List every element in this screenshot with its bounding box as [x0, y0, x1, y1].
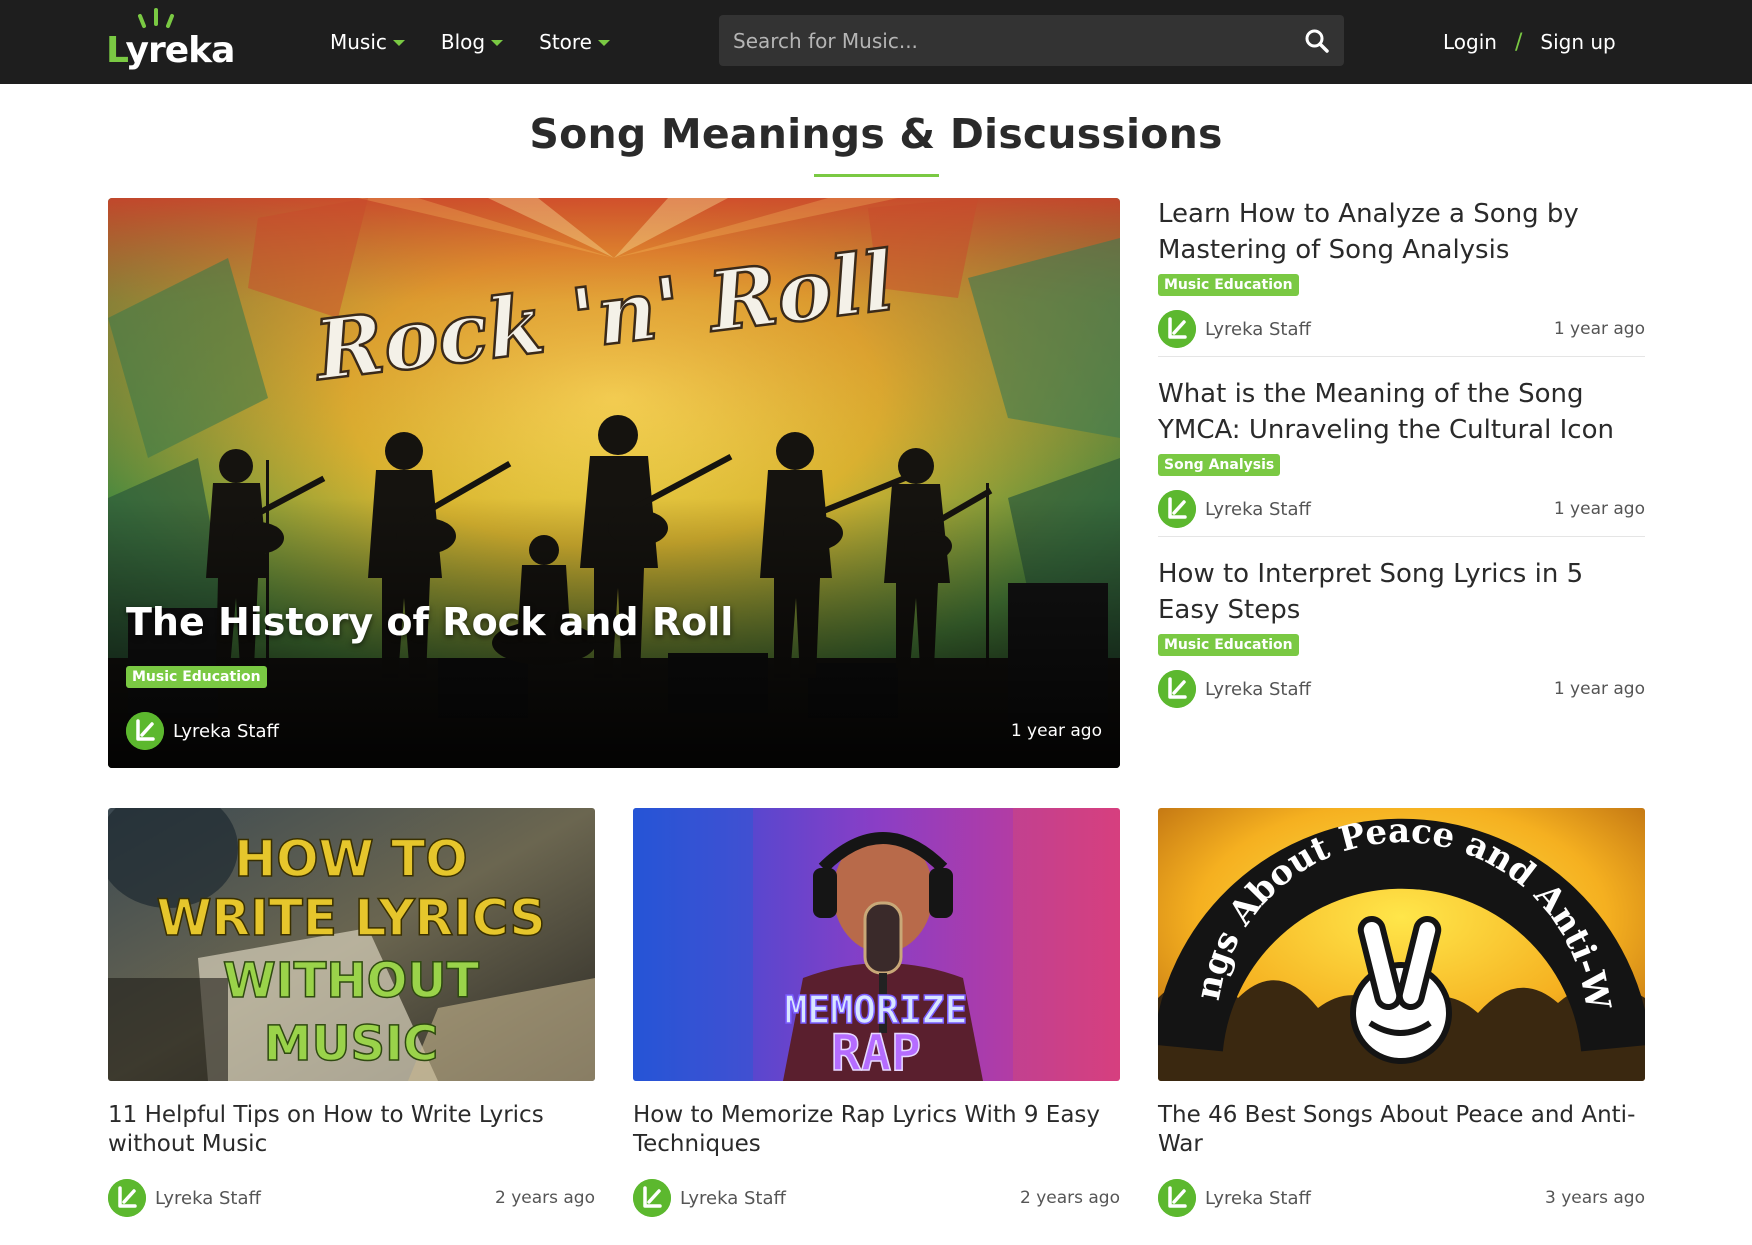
article-meta: Lyreka Staff 1 year ago — [1158, 308, 1645, 348]
author-name[interactable]: Lyreka Staff — [1205, 499, 1311, 520]
lyreka-avatar-icon — [1158, 490, 1196, 528]
card-image: MEMORIZE RAP — [633, 808, 1120, 1081]
nav-item-label: Store — [539, 30, 592, 54]
lyreka-avatar-icon — [633, 1179, 671, 1217]
search-input[interactable] — [719, 15, 1279, 66]
category-tag[interactable]: Music Education — [1158, 634, 1299, 656]
card-thumbnail[interactable]: HOW TO WRITE LYRICS WITHOUT MUSIC — [108, 808, 595, 1081]
search-bar — [719, 15, 1344, 66]
card-image-line: HOW TO — [234, 830, 468, 888]
lyreka-logo[interactable]: Lyreka — [104, 8, 235, 74]
article-card: MEMORIZE RAP How to Memorize Rap Lyrics … — [633, 808, 1120, 1217]
author-avatar — [1158, 310, 1196, 348]
card-image: HOW TO WRITE LYRICS WITHOUT MUSIC — [108, 808, 595, 1081]
caret-down-icon — [392, 40, 405, 46]
article-meta: Lyreka Staff 2 years ago — [108, 1177, 595, 1217]
top-navbar: Lyreka Music Blog Store Login / Sign up — [0, 0, 1752, 84]
caret-down-icon — [491, 40, 504, 46]
post-time: 1 year ago — [1553, 319, 1645, 339]
post-time: 2 years ago — [494, 1188, 595, 1208]
card-image-line: RAP — [831, 1024, 921, 1081]
lyreka-avatar-icon — [1158, 310, 1196, 348]
author-avatar — [1158, 490, 1196, 528]
author-name[interactable]: Lyreka Staff — [1205, 319, 1311, 340]
category-tag[interactable]: Music Education — [1158, 274, 1299, 296]
card-thumbnail[interactable]: MEMORIZE RAP — [633, 808, 1120, 1081]
nav-item-blog[interactable]: Blog — [440, 30, 504, 54]
author-name[interactable]: Lyreka Staff — [1205, 679, 1311, 700]
featured-article[interactable]: Rock 'n' Roll The History of Rock and Ro… — [108, 198, 1120, 768]
card-title[interactable]: 11 Helpful Tips on How to Write Lyrics w… — [108, 1101, 595, 1159]
article-meta: Lyreka Staff 1 year ago — [1158, 488, 1645, 528]
author-avatar — [633, 1179, 671, 1217]
post-time: 2 years ago — [1019, 1188, 1120, 1208]
author-avatar — [126, 712, 164, 750]
side-article: What is the Meaning of the Song YMCA: Un… — [1158, 376, 1645, 528]
card-title[interactable]: How to Memorize Rap Lyrics With 9 Easy T… — [633, 1101, 1120, 1159]
lyreka-avatar-icon — [126, 712, 164, 750]
page-title: Song Meanings & Discussions — [529, 110, 1223, 158]
nav-item-music[interactable]: Music — [330, 30, 405, 54]
article-meta: Lyreka Staff 1 year ago — [1158, 668, 1645, 708]
main-menu: Music Blog Store — [330, 0, 646, 84]
nav-item-label: Blog — [440, 30, 486, 54]
category-tag[interactable]: Song Analysis — [1158, 454, 1281, 476]
divider — [1158, 536, 1645, 537]
author-name[interactable]: Lyreka Staff — [173, 721, 279, 742]
author-avatar — [1158, 1179, 1196, 1217]
caret-down-icon — [598, 40, 610, 46]
side-article-title[interactable]: How to Interpret Song Lyrics in 5 Easy S… — [1158, 556, 1645, 628]
author-name[interactable]: Lyreka Staff — [680, 1188, 786, 1209]
divider — [1158, 356, 1645, 357]
card-image: Songs About Peace and Anti-War — [1158, 808, 1645, 1081]
card-title[interactable]: The 46 Best Songs About Peace and Anti-W… — [1158, 1101, 1645, 1159]
featured-tag[interactable]: Music Education — [126, 666, 267, 688]
featured-meta: Lyreka Staff 1 year ago — [126, 710, 1102, 750]
auth-links: Login / Sign up — [1443, 0, 1616, 84]
card-image-line: MUSIC — [264, 1016, 438, 1072]
article-card: HOW TO WRITE LYRICS WITHOUT MUSIC 11 Hel… — [108, 808, 595, 1217]
auth-separator: / — [1514, 29, 1523, 55]
nav-item-store[interactable]: Store — [539, 30, 610, 54]
post-time: 1 year ago — [1553, 679, 1645, 699]
author-name[interactable]: Lyreka Staff — [1205, 1188, 1311, 1209]
lyreka-avatar-icon — [108, 1179, 146, 1217]
featured-title: The History of Rock and Roll — [126, 600, 734, 644]
search-icon[interactable] — [1304, 28, 1330, 54]
lyreka-avatar-icon — [1158, 670, 1196, 708]
side-article: Learn How to Analyze a Song by Mastering… — [1158, 196, 1645, 348]
side-article-title[interactable]: What is the Meaning of the Song YMCA: Un… — [1158, 376, 1645, 448]
side-article: How to Interpret Song Lyrics in 5 Easy S… — [1158, 556, 1645, 708]
article-meta: Lyreka Staff 3 years ago — [1158, 1177, 1645, 1217]
article-card: Songs About Peace and Anti-War The 46 Be… — [1158, 808, 1645, 1217]
card-image-line: WITHOUT — [223, 953, 480, 1009]
card-thumbnail[interactable]: Songs About Peace and Anti-War — [1158, 808, 1645, 1081]
post-time: 3 years ago — [1544, 1188, 1645, 1208]
signup-link[interactable]: Sign up — [1540, 30, 1615, 54]
post-time: 1 year ago — [1553, 499, 1645, 519]
login-link[interactable]: Login — [1443, 30, 1497, 54]
author-avatar — [1158, 670, 1196, 708]
lyreka-avatar-icon — [1158, 1179, 1196, 1217]
category-tag[interactable]: Music Education — [126, 666, 267, 688]
author-name[interactable]: Lyreka Staff — [155, 1188, 261, 1209]
title-underline — [814, 174, 939, 177]
nav-item-label: Music — [330, 30, 387, 54]
article-meta: Lyreka Staff 2 years ago — [633, 1177, 1120, 1217]
author-avatar — [108, 1179, 146, 1217]
post-time: 1 year ago — [1010, 721, 1102, 741]
side-article-title[interactable]: Learn How to Analyze a Song by Mastering… — [1158, 196, 1645, 268]
card-image-line: WRITE LYRICS — [157, 889, 546, 947]
logo-wordmark: Lyreka — [106, 30, 235, 71]
